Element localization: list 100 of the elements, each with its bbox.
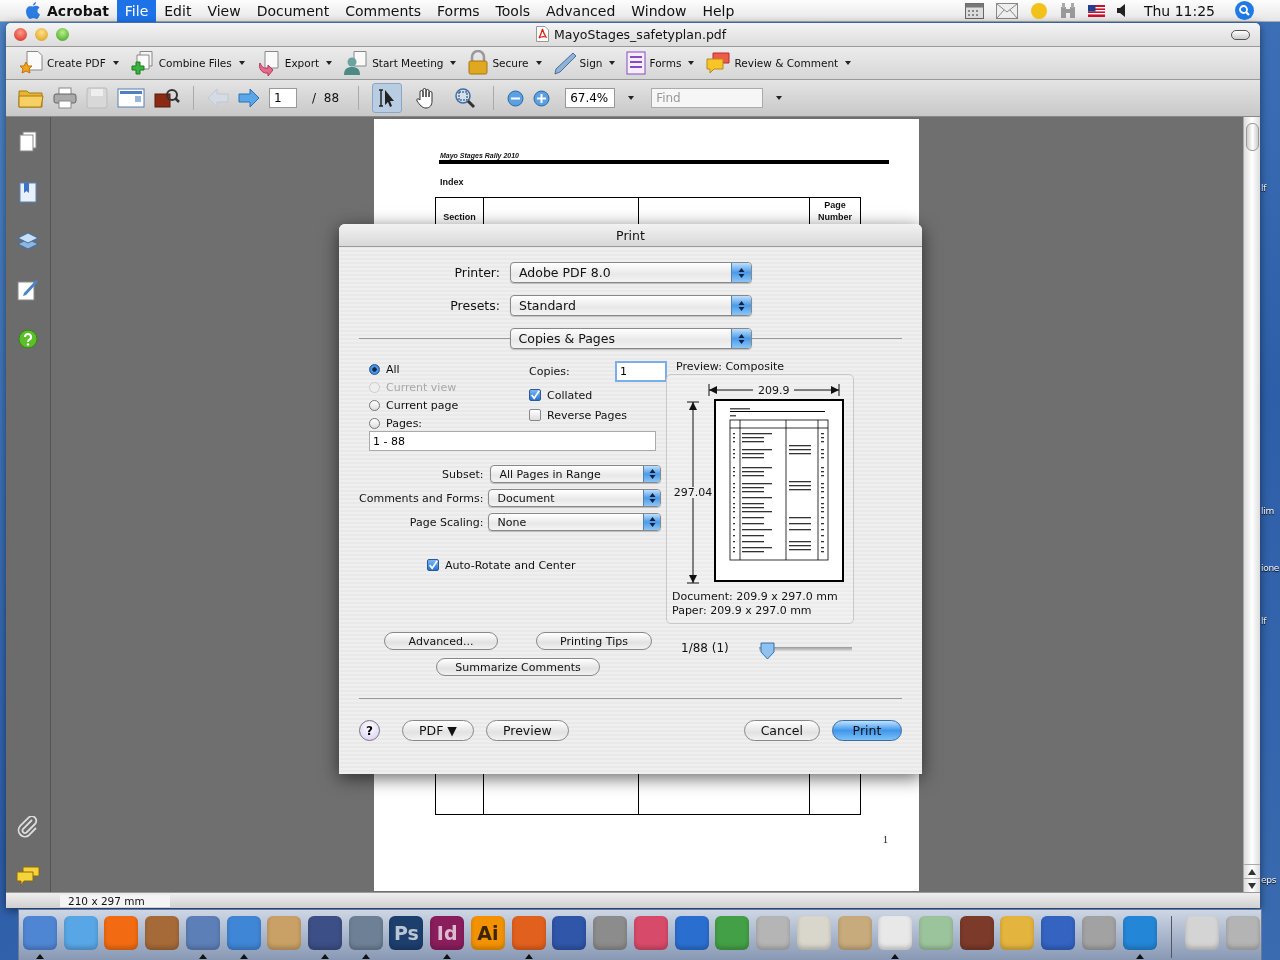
app-icon[interactable]: [1122, 916, 1157, 950]
menu-item[interactable]: Comments: [337, 0, 430, 22]
zoom-in-icon[interactable]: [533, 89, 551, 107]
copies-field[interactable]: 1: [615, 360, 667, 382]
zoom-field[interactable]: 67.4%: [565, 88, 616, 108]
toolbar-button[interactable]: Export: [255, 50, 333, 76]
menu-item[interactable]: Document: [248, 0, 338, 22]
bookmarks-icon[interactable]: [18, 181, 38, 203]
toolbar-button[interactable]: Secure: [467, 50, 542, 76]
clock[interactable]: Thu 11:25: [1143, 2, 1215, 19]
toolbar-button[interactable]: Create PDF: [18, 50, 119, 76]
app-icon[interactable]: [22, 916, 57, 950]
presets-dropdown[interactable]: Standard: [510, 295, 752, 316]
email-icon[interactable]: [117, 87, 145, 109]
app-icon[interactable]: [185, 916, 220, 950]
summarize-comments-button[interactable]: Summarize Comments: [436, 658, 600, 676]
preview-button[interactable]: Preview: [485, 720, 569, 741]
app-icon[interactable]: [593, 916, 628, 950]
checkbox[interactable]: [529, 409, 541, 421]
toolbar-button[interactable]: Sign: [552, 51, 616, 75]
menu-item[interactable]: Edit: [156, 0, 200, 22]
scrollbar[interactable]: [1243, 117, 1260, 892]
menu-item[interactable]: Help: [694, 0, 743, 22]
printing-tips-button[interactable]: Printing Tips: [536, 632, 652, 650]
app-icon[interactable]: [348, 916, 383, 950]
radio-button[interactable]: [369, 363, 380, 375]
toolbar-button[interactable]: Start Meeting: [343, 50, 457, 76]
app-icon[interactable]: [145, 916, 180, 950]
tool-button[interactable]: [372, 83, 403, 113]
panel-dropdown[interactable]: Copies & Pages: [509, 328, 752, 349]
menu-item[interactable]: Tools: [487, 0, 539, 22]
binoculars-icon[interactable]: [1059, 2, 1076, 19]
preview-title: Preview: Composite: [676, 360, 786, 373]
app-icon[interactable]: [308, 916, 342, 950]
app-icon[interactable]: [633, 916, 668, 950]
signature-icon[interactable]: [17, 279, 39, 301]
flag-icon[interactable]: [1087, 4, 1105, 17]
zoom-caret-icon[interactable]: [628, 96, 635, 100]
paper-size-label: Paper: 209.9 x 297.0 mm: [672, 604, 813, 618]
cancel-button[interactable]: Cancel: [743, 720, 820, 741]
find-caret-icon[interactable]: [776, 96, 783, 100]
app-menu[interactable]: Acrobat: [47, 2, 109, 19]
search-icon[interactable]: [1235, 1, 1254, 20]
app-icon[interactable]: [1041, 916, 1076, 950]
pages-icon[interactable]: [18, 131, 38, 153]
checkbox[interactable]: [529, 389, 541, 401]
app-icon[interactable]: [715, 916, 750, 950]
scroll-thumb[interactable]: [1245, 123, 1259, 151]
setting-dropdown[interactable]: All Pages in Range: [490, 465, 661, 483]
scroll-up-arrow-icon[interactable]: [1244, 864, 1260, 878]
zoom-button[interactable]: [56, 28, 69, 41]
caret-icon: [238, 61, 245, 65]
pages-field[interactable]: 1 - 88: [369, 431, 656, 451]
app-icon[interactable]: [226, 916, 261, 950]
app-icon[interactable]: [511, 916, 546, 950]
radio-button[interactable]: [369, 417, 380, 429]
comments-icon[interactable]: [16, 866, 40, 886]
app-icon[interactable]: [959, 916, 994, 950]
setting-dropdown[interactable]: Document: [488, 489, 661, 507]
paperclip-icon[interactable]: [17, 816, 39, 838]
close-button[interactable]: [14, 28, 27, 41]
app-icon[interactable]: Id: [430, 916, 465, 950]
toolbar-button[interactable]: Combine Files: [129, 50, 245, 76]
page-number-field[interactable]: 1: [269, 88, 297, 108]
toolbar-button[interactable]: Forms: [626, 51, 695, 75]
find-field[interactable]: Find: [651, 88, 764, 108]
advanced-button[interactable]: Advanced...: [384, 632, 498, 650]
printer-dropdown[interactable]: Adobe PDF 8.0: [510, 262, 752, 283]
radio-button[interactable]: [369, 399, 380, 411]
menu-item[interactable]: Window: [623, 0, 695, 22]
app-icon[interactable]: Ps: [389, 916, 424, 950]
browse-icon[interactable]: [154, 87, 180, 109]
checkbox[interactable]: [427, 559, 439, 571]
forward-arrow-icon[interactable]: [238, 88, 260, 108]
app-icon[interactable]: [552, 916, 587, 950]
speaker-icon[interactable]: [1116, 4, 1126, 17]
slider-thumb[interactable]: [758, 642, 776, 660]
width-arrow-icon: [708, 383, 754, 397]
page-slider[interactable]: [758, 642, 852, 660]
menu-item[interactable]: View: [199, 0, 249, 22]
menu-item[interactable]: Forms: [429, 0, 488, 22]
toolbar-button[interactable]: Review & Comment: [705, 51, 852, 75]
toolbar-toggle-button[interactable]: [1231, 29, 1250, 40]
apple-icon[interactable]: [25, 1, 41, 20]
calendar-icon[interactable]: [964, 2, 984, 19]
menu-item[interactable]: File: [116, 0, 157, 22]
app-icon[interactable]: [674, 916, 709, 950]
menu-item[interactable]: Advanced: [538, 0, 624, 22]
envelope-icon[interactable]: [995, 2, 1018, 19]
layers-icon[interactable]: [17, 231, 39, 251]
zoom-out-icon[interactable]: [507, 89, 525, 107]
setting-dropdown[interactable]: None: [488, 513, 661, 531]
help-button[interactable]: ?: [359, 720, 380, 741]
help-icon[interactable]: [18, 329, 38, 349]
printer-icon[interactable]: [53, 87, 77, 109]
pdf-button[interactable]: PDF ▼: [402, 720, 474, 741]
folder-icon[interactable]: [18, 87, 44, 109]
app-icon[interactable]: [104, 916, 139, 950]
print-button[interactable]: Print: [832, 720, 902, 741]
app-icon[interactable]: Ai: [470, 916, 505, 950]
